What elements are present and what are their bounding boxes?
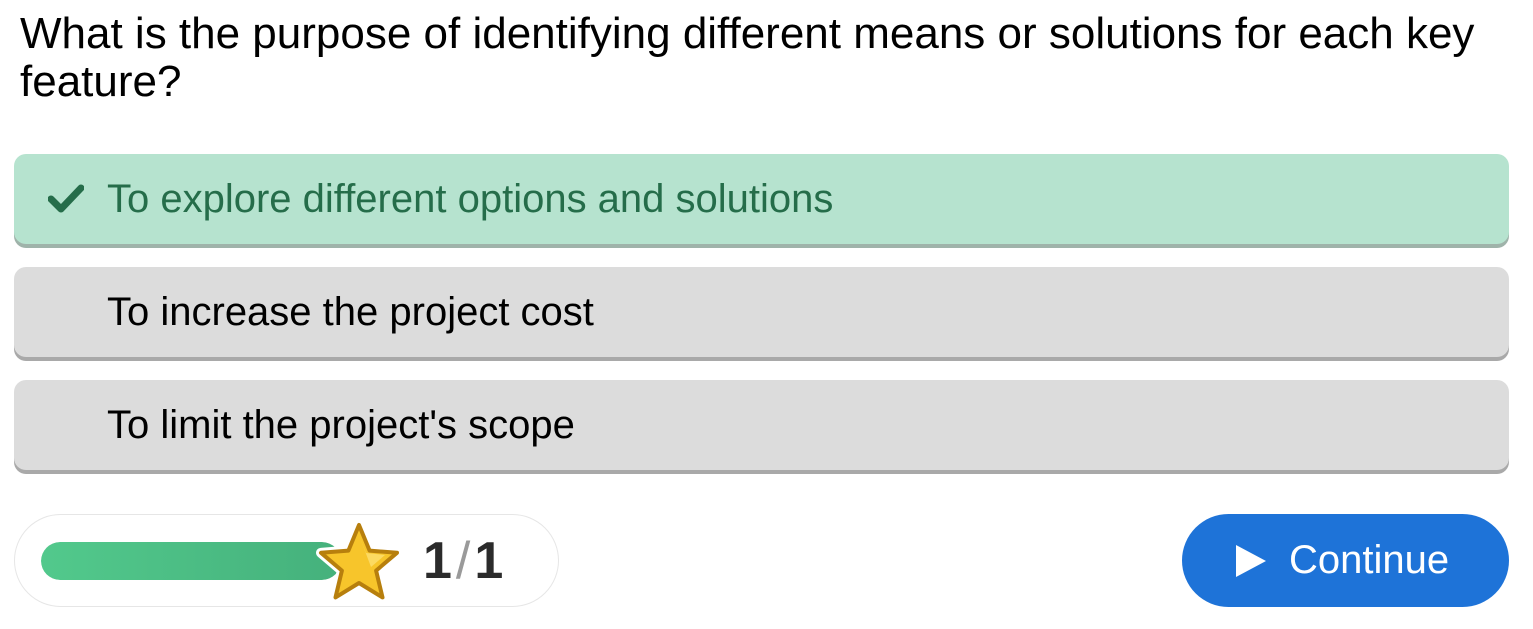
answer-option[interactable]: To increase the project cost bbox=[14, 267, 1509, 357]
progress-bar bbox=[41, 542, 341, 580]
score-separator: / bbox=[455, 532, 471, 590]
check-icon bbox=[48, 184, 84, 213]
progress-indicator: 1/1 bbox=[14, 514, 559, 607]
play-icon bbox=[1236, 545, 1266, 577]
continue-button[interactable]: Continue bbox=[1182, 514, 1509, 607]
answer-option-correct[interactable]: To explore different options and solutio… bbox=[14, 154, 1509, 244]
question-text: What is the purpose of identifying diffe… bbox=[20, 9, 1475, 106]
progress-bar-fill bbox=[41, 542, 341, 580]
answer-option[interactable]: To limit the project's scope bbox=[14, 380, 1509, 470]
star-icon bbox=[316, 521, 402, 603]
answer-option-label: To increase the project cost bbox=[107, 290, 594, 334]
score-counter: 1/1 bbox=[423, 515, 503, 608]
score-total: 1 bbox=[474, 532, 504, 590]
score-current: 1 bbox=[423, 532, 452, 590]
answer-option-label: To limit the project's scope bbox=[107, 403, 575, 447]
answer-option-label: To explore different options and solutio… bbox=[107, 177, 834, 221]
continue-button-label: Continue bbox=[1289, 538, 1450, 582]
